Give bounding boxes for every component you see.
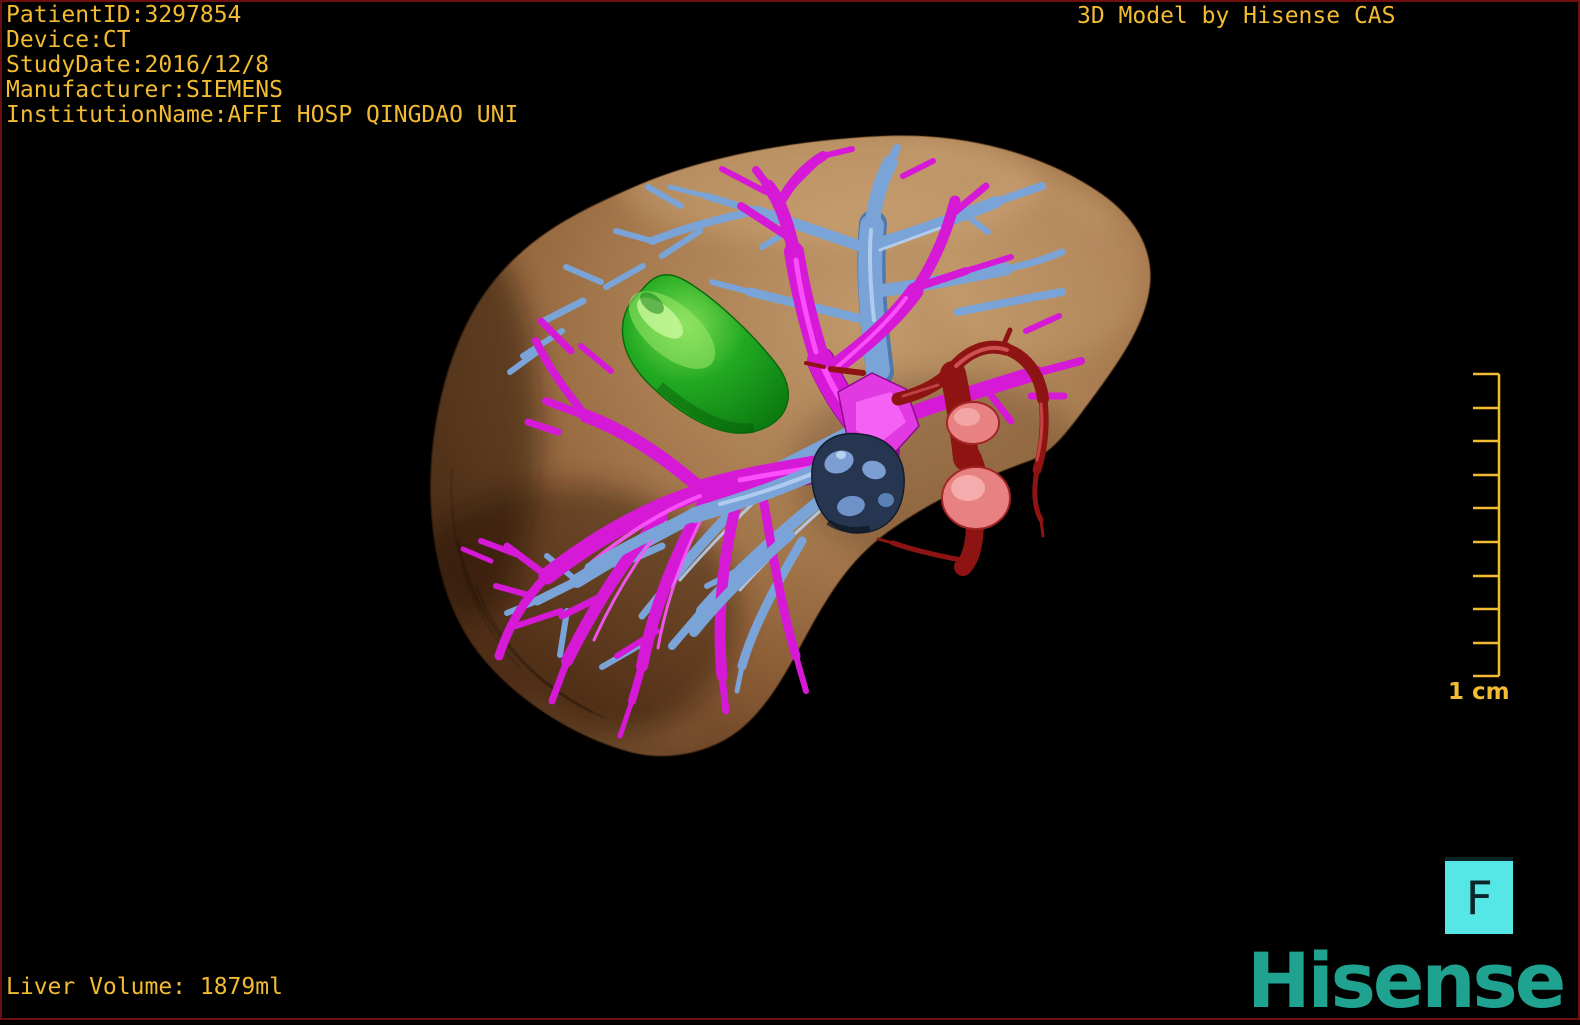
patient-info-block: PatientID:3297854 Device:CT StudyDate:20…	[6, 3, 518, 128]
manufacturer-text: Manufacturer:SIEMENS	[6, 77, 283, 103]
scale-bar: 1 cm	[1448, 372, 1510, 705]
3d-viewport[interactable]: 1 cm	[0, 0, 1580, 1020]
orientation-marker-f: F	[1445, 857, 1513, 934]
liver-volume-text: Liver Volume: 1879ml	[6, 974, 283, 1000]
dark-blue-lesion	[811, 432, 905, 534]
orientation-letter: F	[1465, 870, 1493, 925]
institution-text: InstitutionName:AFFI HOSP QINGDAO UNI	[6, 102, 519, 128]
hisense-logo: Hisense	[1247, 936, 1566, 1025]
viewer-title: 3D Model by Hisense CAS	[1077, 3, 1396, 29]
study-date-text: StudyDate:2016/12/8	[6, 52, 270, 78]
device-text: Device:CT	[6, 27, 131, 53]
patient-id-text: PatientID:3297854	[6, 2, 242, 28]
scale-bar-label: 1 cm	[1448, 679, 1510, 705]
